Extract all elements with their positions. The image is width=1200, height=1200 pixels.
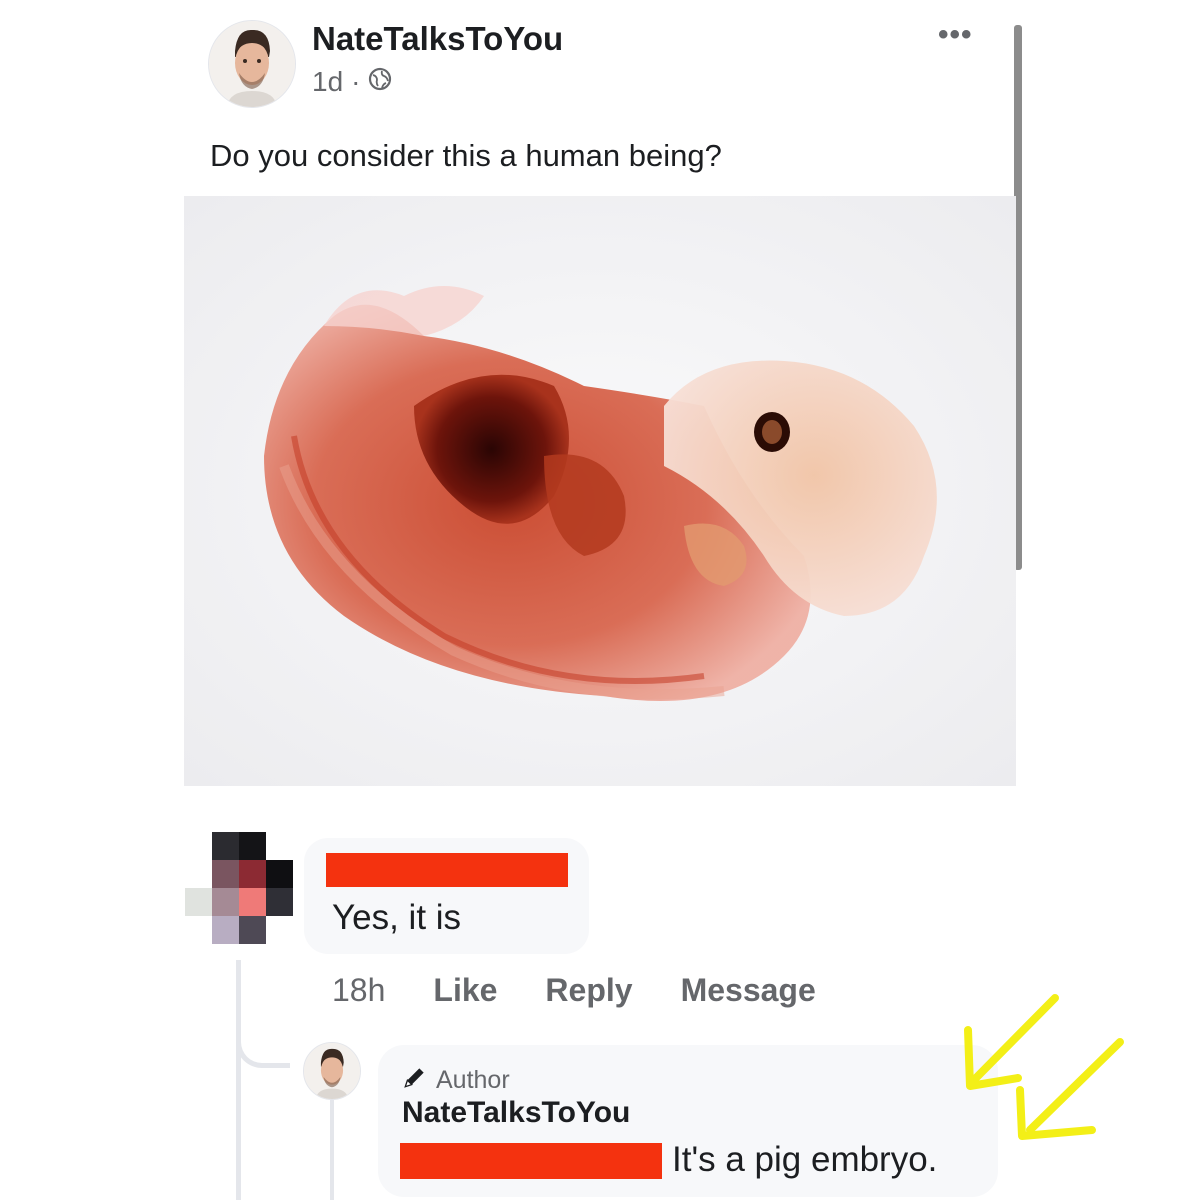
thread-line [236, 960, 241, 1200]
post-author-name[interactable]: NateTalksToYou [312, 20, 563, 58]
post-meta: 1d · [312, 66, 392, 98]
message-button[interactable]: Message [681, 972, 816, 1009]
comment-time[interactable]: 18h [332, 972, 385, 1009]
thread-connector [236, 1020, 290, 1068]
comment-text: Yes, it is [332, 898, 462, 937]
pencil-icon [402, 1064, 428, 1097]
like-button[interactable]: Like [433, 972, 497, 1009]
author-badge-label: Author [436, 1066, 510, 1094]
reply-text: It's a pig embryo. [672, 1140, 938, 1179]
comment-actions: 18h Like Reply Message [332, 972, 816, 1009]
redacted-commenter-name [326, 853, 568, 887]
reply-button[interactable]: Reply [545, 972, 632, 1009]
reply-author-name[interactable]: NateTalksToYou [402, 1096, 630, 1130]
post-text: Do you consider this a human being? [210, 138, 722, 173]
commenter-avatar-pixelated[interactable] [185, 832, 295, 944]
reply-thread-line [330, 1100, 334, 1200]
globe-icon [368, 66, 392, 98]
meta-separator: · [351, 66, 361, 97]
author-badge: Author [402, 1064, 510, 1097]
reply-author-avatar[interactable] [303, 1042, 361, 1100]
author-avatar[interactable] [208, 20, 296, 108]
arrow-icon [950, 990, 1190, 1150]
post-image[interactable] [184, 196, 1016, 786]
more-dots-icon[interactable]: ••• [938, 18, 973, 52]
post-time[interactable]: 1d [312, 66, 343, 98]
redacted-mention [400, 1143, 662, 1179]
